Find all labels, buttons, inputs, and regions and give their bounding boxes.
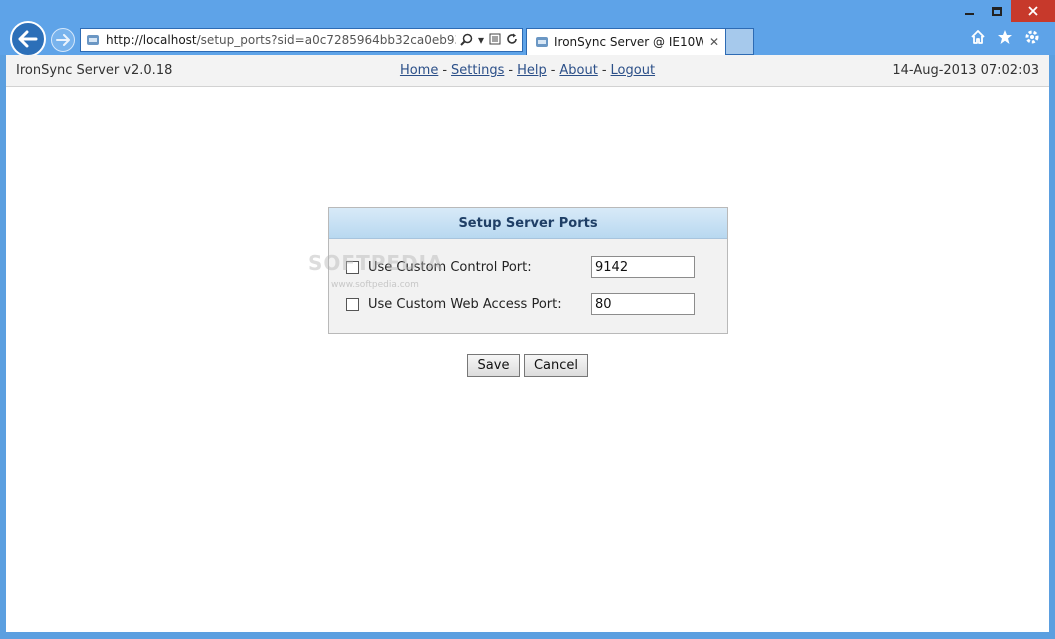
search-icon[interactable] <box>460 33 473 48</box>
web-access-port-checkbox[interactable] <box>346 297 359 311</box>
browser-chrome: http://localhost/setup_ports?sid=a0c7285… <box>0 0 1055 57</box>
nav-link-help[interactable]: Help <box>517 63 547 78</box>
nav-link-logout[interactable]: Logout <box>611 63 656 78</box>
address-url[interactable]: http://localhost/setup_ports?sid=a0c7285… <box>106 33 456 47</box>
forward-button[interactable] <box>51 28 75 52</box>
maximize-button[interactable] <box>983 0 1011 22</box>
refresh-icon[interactable] <box>506 33 518 47</box>
window-close-button[interactable] <box>1011 0 1055 22</box>
compat-icon[interactable] <box>489 33 501 47</box>
new-tab-button[interactable] <box>726 28 754 55</box>
tab-ironsync[interactable]: IronSync Server @ IE10Win8... ✕ <box>526 28 726 55</box>
home-icon[interactable] <box>969 28 987 46</box>
watermark: SOFTPEDIA <box>308 251 444 275</box>
nav-separator: - <box>508 63 514 78</box>
tab-close-icon[interactable]: ✕ <box>709 35 719 49</box>
page-viewport: IronSync Server v2.0.18 Home - Settings - He… <box>6 55 1049 632</box>
minimize-icon <box>964 13 974 15</box>
panel-title: Setup Server Ports <box>329 208 727 239</box>
control-port-input[interactable] <box>591 256 695 278</box>
web-access-port-label: Use Custom Web Access Port: <box>368 296 562 312</box>
web-access-port-input[interactable] <box>591 293 695 315</box>
back-icon <box>18 30 38 48</box>
favorites-icon[interactable] <box>996 28 1014 46</box>
save-button[interactable]: Save <box>467 354 520 377</box>
tab-title: IronSync Server @ IE10Win8... <box>554 35 703 49</box>
browser-toolbar-icons <box>969 28 1041 46</box>
app-header: IronSync Server v2.0.18 Home - Settings - He… <box>6 55 1049 87</box>
tab-favicon-icon <box>536 37 548 47</box>
address-bar[interactable]: http://localhost/setup_ports?sid=a0c7285… <box>80 28 523 52</box>
web-access-port-row: Use Custom Web Access Port: <box>346 293 562 315</box>
page-favicon-icon <box>87 35 99 45</box>
watermark-url: www.softpedia.com <box>331 280 419 290</box>
forward-icon <box>56 34 70 46</box>
nav-separator: - <box>550 63 556 78</box>
form-actions: Save Cancel <box>467 354 588 377</box>
settings-icon[interactable] <box>1023 28 1041 46</box>
address-host: http://localhost <box>106 33 197 47</box>
nav-link-home[interactable]: Home <box>400 63 438 78</box>
dropdown-icon[interactable]: ▾ <box>478 34 484 46</box>
window-controls <box>955 0 1055 22</box>
server-clock: 14-Aug-2013 07:02:03 <box>892 63 1039 78</box>
minimize-button[interactable] <box>955 0 983 22</box>
close-icon <box>1028 6 1038 16</box>
back-button[interactable] <box>10 21 46 57</box>
nav-separator: - <box>442 63 448 78</box>
nav-link-settings[interactable]: Settings <box>451 63 504 78</box>
nav-separator: - <box>601 63 607 78</box>
nav-link-about[interactable]: About <box>559 63 597 78</box>
address-path: /setup_ports?sid=a0c7285964bb32ca0eb9325… <box>196 33 456 47</box>
cancel-button[interactable]: Cancel <box>524 354 588 377</box>
maximize-icon <box>992 6 1002 16</box>
